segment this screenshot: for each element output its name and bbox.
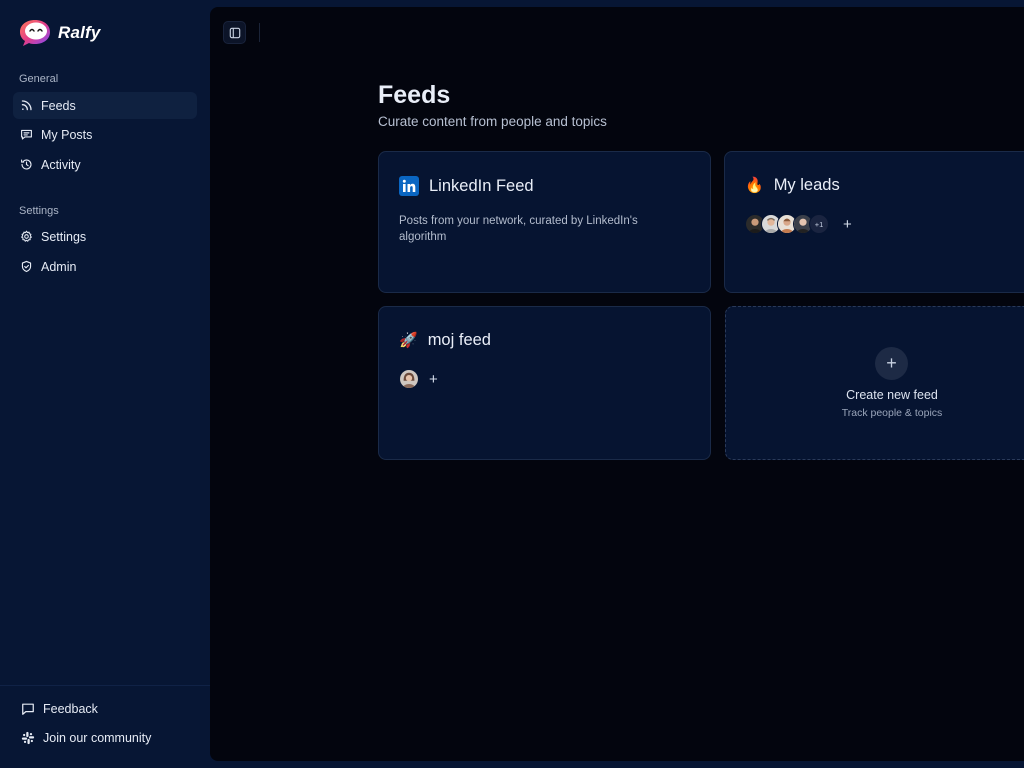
feedback-link[interactable]: Feedback: [16, 696, 196, 722]
add-person-button[interactable]: +: [843, 217, 852, 232]
history-icon: [21, 159, 32, 170]
feed-card-moj-feed[interactable]: 🚀 moj feed +: [378, 306, 711, 460]
slack-icon: [21, 731, 35, 745]
panel-left-icon: [229, 27, 240, 38]
logo[interactable]: Ralfy: [18, 18, 101, 48]
footer-item-label: Join our community: [43, 731, 152, 745]
section-label-general: General: [19, 73, 59, 85]
sidebar-divider: [0, 685, 210, 686]
rss-icon: [21, 100, 32, 111]
shield-icon: [21, 260, 32, 273]
fire-icon: 🔥: [745, 177, 764, 194]
sidebar-item-feeds[interactable]: Feeds: [13, 92, 197, 119]
feed-card-my-leads[interactable]: 🔥 My leads +1 +: [724, 151, 1024, 293]
card-header: 🚀 moj feed: [399, 331, 491, 350]
rocket-icon: 🚀: [399, 332, 418, 349]
page-subtitle: Curate content from people and topics: [378, 114, 607, 129]
card-header: LinkedIn Feed: [399, 176, 534, 196]
page-title: Feeds: [378, 81, 451, 109]
sidebar-toggle-button[interactable]: [223, 21, 246, 44]
message-icon: [22, 703, 34, 715]
sidebar-item-settings[interactable]: Settings: [13, 223, 197, 250]
feed-card-linkedin[interactable]: LinkedIn Feed Posts from your network, c…: [378, 151, 711, 293]
sidebar-item-label: Activity: [41, 157, 81, 172]
create-feed-title: Create new feed: [846, 388, 938, 402]
main-panel: Feeds Curate content from people and top…: [210, 7, 1024, 761]
footer-item-label: Feedback: [43, 702, 98, 716]
feed-title: moj feed: [427, 331, 491, 349]
avatar[interactable]: [399, 369, 419, 389]
create-feed-card[interactable]: + Create new feed Track people & topics: [725, 306, 1024, 460]
sidebar: Ralfy General Feeds My Posts Activity Se…: [0, 0, 210, 768]
sidebar-item-label: Admin: [41, 259, 77, 274]
gear-icon: [21, 230, 32, 242]
plus-icon: +: [875, 347, 908, 380]
ralfy-logo-icon: [20, 20, 50, 46]
sidebar-item-label: Feeds: [41, 98, 76, 113]
app-window: Ralfy General Feeds My Posts Activity Se…: [0, 0, 1024, 768]
sidebar-item-label: Settings: [41, 229, 87, 244]
community-link[interactable]: Join our community: [16, 725, 196, 751]
section-label-settings: Settings: [19, 205, 59, 217]
avatar-group: +: [399, 369, 438, 389]
sidebar-item-my-posts[interactable]: My Posts: [13, 121, 197, 148]
card-header: 🔥 My leads: [745, 176, 840, 195]
message-square-icon: [21, 129, 32, 140]
app-name: Ralfy: [58, 23, 101, 42]
sidebar-item-activity[interactable]: Activity: [13, 151, 197, 178]
feed-title: My leads: [773, 176, 840, 194]
linkedin-icon: [399, 176, 419, 196]
sidebar-item-label: My Posts: [41, 127, 93, 142]
sidebar-item-admin[interactable]: Admin: [13, 253, 197, 280]
add-person-button[interactable]: +: [429, 372, 438, 387]
avatar-group: +1 +: [745, 214, 852, 234]
toolbar-separator: [259, 23, 260, 42]
create-feed-subtitle: Track people & topics: [841, 407, 943, 419]
avatar-overflow-count: +1: [809, 214, 829, 234]
feed-description: Posts from your network, curated by Link…: [399, 215, 638, 243]
feed-title: LinkedIn Feed: [429, 176, 534, 195]
